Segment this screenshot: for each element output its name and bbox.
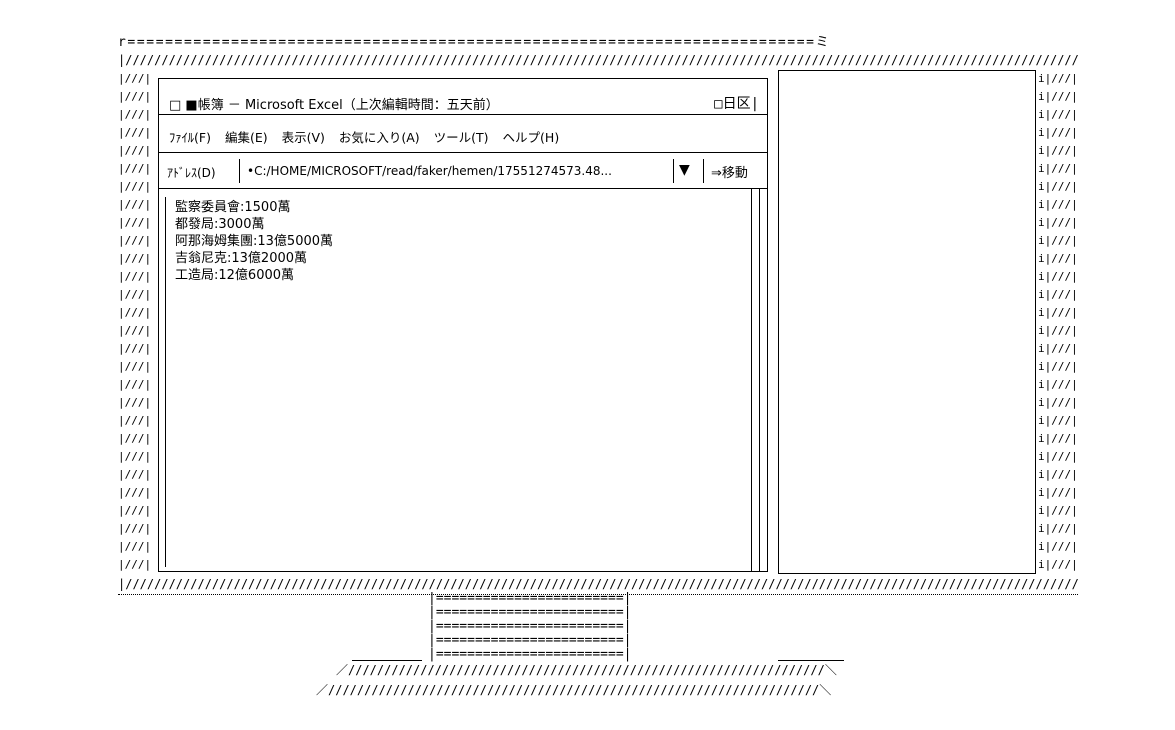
dropdown-separator-left — [673, 159, 674, 183]
address-input[interactable]: •C:/HOME/MICROSOFT/read/faker/hemen/1755… — [247, 164, 667, 178]
address-dropdown-icon[interactable]: ▼ — [679, 162, 690, 178]
content-left-border — [165, 197, 166, 567]
stand-left-shoulder — [352, 660, 422, 661]
monitor-left-hatch: |///| |///| |///| |///| |///| |///| |///… — [118, 72, 152, 571]
title-bar[interactable]: □ ■帳簿 － Microsoft Excel（上次編輯時間：五天前） □日区| — [159, 89, 767, 115]
menu-tools[interactable]: ツール(T) — [434, 130, 489, 145]
monitor-top-hatch: |///////////////////////////////////////… — [118, 53, 1078, 67]
excel-window: □ ■帳簿 － Microsoft Excel（上次編輯時間：五天前） □日区|… — [158, 78, 768, 572]
address-separator — [239, 159, 240, 183]
menu-view[interactable]: 表示(V) — [282, 130, 325, 145]
menu-bar: ﾌｧｲﾙ(F) 編集(E) 表示(V) お気に入り(A) ツール(T) ヘルプ(… — [159, 115, 767, 153]
address-label: ｱﾄﾞﾚｽ(D) — [167, 166, 216, 180]
side-blank-panel — [778, 70, 1036, 574]
monitor-stand-neck: |========================| |============… — [428, 592, 632, 662]
list-item: 都發局:3000萬 — [175, 217, 265, 232]
scrollbar-track-left — [751, 189, 752, 571]
scrollbar-track-right[interactable] — [759, 189, 760, 571]
window-title: □ ■帳簿 － Microsoft Excel（上次編輯時間：五天前） — [169, 98, 499, 113]
ledger-list: 監察委員會:1500萬 都發局:3000萬 阿那海姆集團:13億5000萬 吉翁… — [175, 199, 333, 284]
go-separator — [703, 159, 704, 183]
monitor-top-border: r=======================================… — [118, 36, 831, 50]
monitor-stand-base-upper: ／///////////////////////////////////////… — [336, 663, 837, 677]
menu-edit[interactable]: 編集(E) — [225, 130, 268, 145]
list-item: 阿那海姆集團:13億5000萬 — [175, 234, 334, 249]
window-controls[interactable]: □日区| — [714, 93, 759, 113]
menu-favorites[interactable]: お気に入り(A) — [339, 130, 420, 145]
monitor-stand-base-lower: ／///////////////////////////////////////… — [316, 683, 832, 697]
menu-help[interactable]: ヘルプ(H) — [503, 130, 560, 145]
document-content: 監察委員會:1500萬 都發局:3000萬 阿那海姆集團:13億5000萬 吉翁… — [159, 189, 767, 571]
list-item: 工造局:12億6000萬 — [175, 268, 295, 283]
menu-file[interactable]: ﾌｧｲﾙ(F) — [169, 130, 211, 145]
go-button[interactable]: ⇒移動 — [711, 162, 748, 181]
monitor-right-hatch: i|///| i|///| i|///| i|///| i|///| i|///… — [1038, 72, 1078, 571]
list-item: 監察委員會:1500萬 — [175, 200, 291, 215]
list-item: 吉翁尼克:13億2000萬 — [175, 251, 308, 266]
address-bar: ｱﾄﾞﾚｽ(D) •C:/HOME/MICROSOFT/read/faker/h… — [159, 153, 767, 189]
monitor-bottom-hatch: |///////////////////////////////////////… — [118, 577, 1078, 591]
stand-right-shoulder — [778, 660, 844, 661]
